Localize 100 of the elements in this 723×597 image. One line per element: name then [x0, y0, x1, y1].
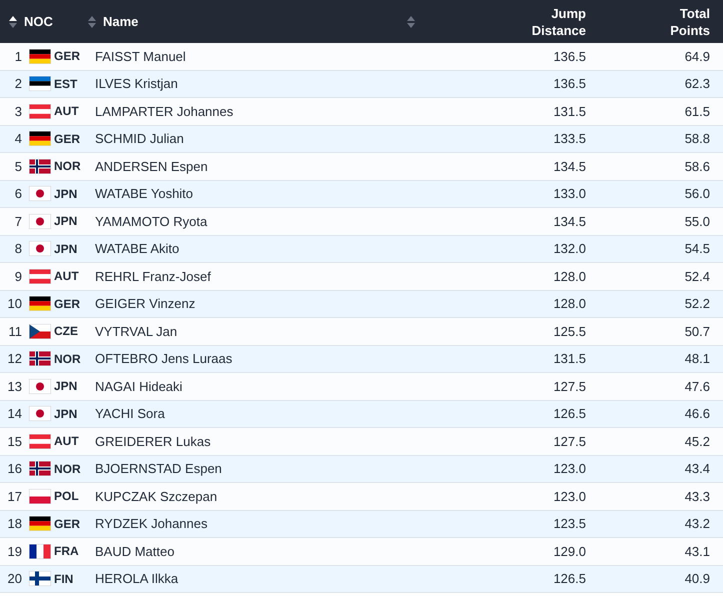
noc-code: GER: [54, 516, 80, 531]
total-points-cell: 43.1: [684, 544, 710, 559]
rank-cell-text: 18: [6, 516, 22, 532]
athlete-name: WATABE Akito: [95, 241, 180, 256]
rank-cell-text: 17: [6, 488, 22, 504]
flag-icon: [29, 268, 51, 284]
noc-code: JPN: [54, 186, 78, 201]
jump-distance-cell: 134.5: [553, 158, 586, 174]
athlete-name: KUPCZAK Szczepan: [95, 488, 218, 504]
total-points-cell: 40.9: [684, 571, 710, 586]
flag-icon: [29, 571, 51, 586]
athlete-name: BAUD Matteo: [95, 544, 174, 559]
rank-cell-text: 2: [14, 76, 22, 92]
column-header[interactable]: Name: [103, 14, 138, 29]
rank-cell-text: 9: [14, 268, 22, 284]
rank-cell-text: 7: [14, 214, 22, 229]
total-points-cell: 64.9: [684, 48, 710, 64]
rank-cell-text: 8: [14, 241, 22, 256]
total-points-cell: 43.4: [684, 461, 710, 476]
total-points-cell: 45.2: [684, 434, 710, 449]
noc-code: NOR: [54, 462, 81, 476]
jump-distance-cell: 126.5: [553, 571, 586, 586]
flag-icon: [29, 104, 51, 119]
flag-icon: [29, 186, 51, 202]
noc-code: JPN: [54, 406, 78, 421]
athlete-name: WATABE Yoshito: [95, 186, 194, 202]
rank-cell-text: 1: [14, 48, 22, 64]
flag-icon: [29, 461, 51, 476]
noc-code: POL: [54, 489, 79, 504]
flag-icon: [29, 378, 51, 394]
rank-cell-text: 6: [14, 186, 22, 202]
total-points-cell: 52.2: [684, 296, 710, 312]
flag-icon: [29, 434, 51, 449]
total-points-cell: 62.3: [684, 76, 710, 92]
athlete-name: YACHI Sora: [95, 406, 165, 422]
athlete-name: ILVES Kristjan: [95, 76, 178, 92]
flag-icon: [29, 406, 51, 422]
noc-code: FRA: [54, 544, 79, 558]
jump-distance-cell: 128.0: [553, 268, 586, 284]
total-points-cell: 46.6: [684, 406, 710, 422]
noc-code: EST: [54, 76, 78, 91]
rank-cell-text: 20: [6, 571, 22, 586]
noc-code: GER: [54, 132, 80, 146]
jump-distance-cell: 131.5: [553, 104, 586, 119]
column-header[interactable]: Jump Distance: [426, 4, 586, 38]
athlete-name: BJOERNSTAD Espen: [95, 461, 222, 476]
athlete-name: NAGAI Hideaki: [95, 378, 182, 394]
athlete-name: VYTRVAL Jan: [95, 324, 178, 339]
total-points-cell: 50.7: [684, 324, 710, 339]
noc-code: NOR: [54, 352, 81, 366]
total-points-cell: 43.3: [684, 488, 710, 504]
jump-distance-cell: 127.5: [553, 378, 586, 394]
flag-icon: [29, 214, 51, 229]
total-points-cell: 55.0: [684, 214, 710, 229]
rank-cell-text: 3: [14, 104, 22, 119]
total-points-cell: 61.5: [684, 104, 710, 119]
athlete-name: RYDZEK Johannes: [95, 516, 208, 532]
total-points-cell: 48.1: [684, 351, 710, 366]
flag-icon: [29, 488, 51, 504]
column-header[interactable]: NOC: [24, 14, 53, 29]
athlete-name: LAMPARTER Johannes: [95, 104, 234, 119]
total-points-cell: 54.5: [684, 241, 710, 256]
noc-code: AUT: [54, 104, 79, 118]
athlete-name: ANDERSEN Espen: [95, 158, 208, 174]
flag-icon: [29, 76, 51, 92]
jump-distance-cell: 136.5: [553, 48, 586, 64]
flag-icon: [29, 48, 51, 64]
rank-cell-text: 10: [6, 296, 22, 312]
athlete-name: SCHMID Julian: [95, 131, 184, 146]
noc-code: FIN: [54, 572, 74, 586]
total-points-cell: 52.4: [684, 268, 710, 284]
sort-icon[interactable]: [8, 14, 18, 28]
flag-icon: [29, 351, 51, 366]
jump-distance-cell: 132.0: [553, 241, 586, 256]
athlete-name: OFTEBRO Jens Luraas: [95, 351, 232, 366]
athlete-name: FAISST Manuel: [95, 48, 186, 64]
rank-cell-text: 4: [14, 131, 22, 146]
rank-cell-text: 15: [6, 434, 22, 449]
rank-cell-text: 12: [6, 351, 22, 366]
total-points-cell: 47.6: [684, 378, 710, 394]
jump-distance-cell: 123.0: [553, 461, 586, 476]
noc-code: JPN: [54, 214, 78, 228]
athlete-name: REHRL Franz-Josef: [95, 268, 211, 284]
total-points-cell: 58.8: [684, 131, 710, 146]
flag-icon: [29, 516, 51, 532]
noc-code: CZE: [54, 324, 78, 338]
athlete-name: HEROLA Ilkka: [95, 571, 178, 586]
rank-cell-text: 5: [14, 158, 22, 174]
rank-cell-text: 11: [8, 324, 22, 339]
flag-icon: [29, 241, 51, 256]
noc-code: JPN: [54, 242, 78, 256]
noc-code: GER: [54, 49, 80, 64]
total-points-cell: 58.6: [684, 158, 710, 174]
noc-code: AUT: [54, 269, 79, 284]
column-header[interactable]: Total Points: [586, 4, 723, 38]
flag-icon: [29, 296, 51, 312]
flag-icon: [29, 324, 51, 339]
rank-cell-text: 13: [6, 378, 22, 394]
flag-icon: [29, 544, 51, 559]
jump-distance-cell: 134.5: [553, 214, 586, 229]
